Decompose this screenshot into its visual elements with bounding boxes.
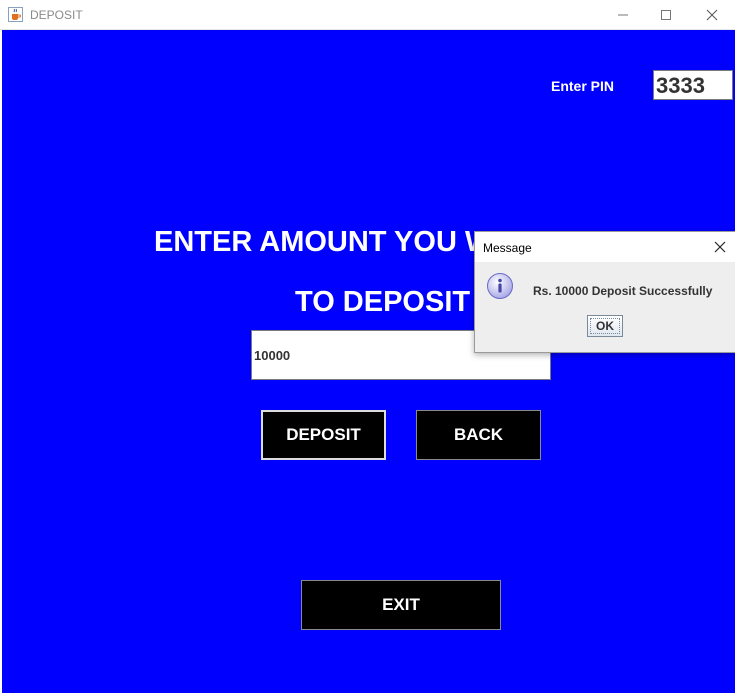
info-icon (486, 272, 514, 300)
window-titlebar[interactable]: DEPOSIT (0, 0, 735, 30)
pin-field[interactable]: 3333 (653, 70, 733, 100)
dialog-title: Message (483, 241, 532, 255)
window-title: DEPOSIT (30, 8, 83, 22)
deposit-button[interactable]: DEPOSIT (261, 410, 386, 460)
java-cup-icon (8, 7, 23, 22)
exit-button[interactable]: EXIT (301, 580, 501, 630)
minimize-button[interactable] (600, 0, 646, 30)
dialog-body: Rs. 10000 Deposit Successfully OK (475, 262, 735, 352)
close-icon (706, 9, 718, 21)
message-dialog: Message Rs. 10000 Deposit Successfully O… (474, 231, 735, 353)
maximize-icon (661, 10, 671, 20)
ok-button[interactable]: OK (587, 315, 623, 337)
maximize-button[interactable] (643, 0, 689, 30)
minimize-icon (618, 14, 628, 16)
dialog-message: Rs. 10000 Deposit Successfully (533, 284, 713, 298)
close-icon (714, 241, 726, 253)
dialog-close-button[interactable] (709, 236, 731, 258)
prompt-heading-line2: TO DEPOSIT (295, 286, 471, 318)
dialog-titlebar[interactable]: Message (475, 232, 735, 262)
back-button[interactable]: BACK (416, 410, 541, 460)
pin-label: Enter PIN (551, 78, 615, 94)
close-button[interactable] (689, 0, 735, 30)
